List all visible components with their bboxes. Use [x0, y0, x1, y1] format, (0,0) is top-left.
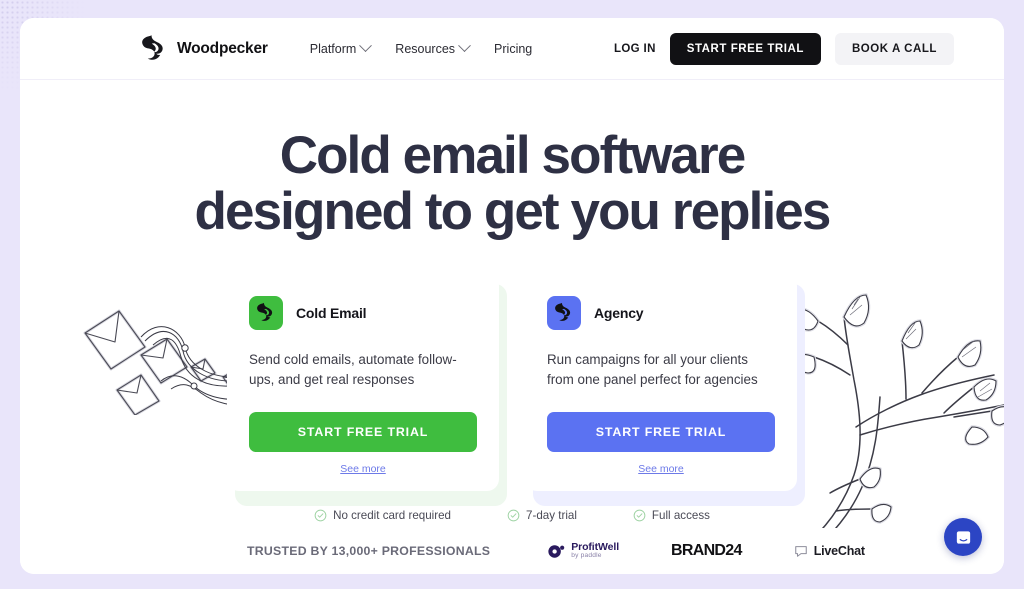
- card-header: Cold Email: [249, 296, 477, 331]
- chevron-down-icon: [359, 39, 373, 53]
- card-title-agency: Agency: [594, 305, 644, 322]
- card-cold-email: Cold Email Send cold emails, automate fo…: [227, 274, 507, 507]
- livechat-bubble-icon: [794, 546, 807, 557]
- woodpecker-green-icon: [249, 296, 283, 331]
- client-logos: ProfitWell by paddle BRAND24 LiveChat: [548, 542, 865, 560]
- trusted-by-label: TRUSTED BY 13,000+ PROFESSIONALS: [247, 544, 491, 558]
- profitwell-mark-icon: [548, 544, 565, 558]
- site-header: Woodpecker Platform Resources Pricing LO…: [20, 18, 1004, 80]
- logo-profitwell: ProfitWell by paddle: [548, 542, 619, 560]
- card-header: Agency: [547, 296, 775, 331]
- header-start-free-trial-button[interactable]: START FREE TRIAL: [669, 32, 821, 65]
- page-title: Cold email software designed to get you …: [20, 80, 1004, 240]
- nav-label-platform: Platform: [309, 41, 357, 56]
- check-circle-icon: [507, 509, 520, 522]
- intercom-chat-button[interactable]: [944, 518, 982, 556]
- page-container: Woodpecker Platform Resources Pricing LO…: [20, 18, 1004, 574]
- nav-item-platform[interactable]: Platform: [309, 39, 373, 56]
- trusted-by-bar: TRUSTED BY 13,000+ PROFESSIONALS ProfitW…: [20, 528, 1004, 574]
- main-navigation: Platform Resources Pricing: [309, 39, 532, 56]
- card-agency: Agency Run campaigns for all your client…: [525, 274, 805, 507]
- nav-label-resources: Resources: [395, 41, 456, 56]
- login-link[interactable]: LOG IN: [614, 43, 656, 55]
- card-description-cold-email: Send cold emails, automate follow-ups, a…: [249, 352, 457, 388]
- offer-cards: Cold Email Send cold emails, automate fo…: [20, 274, 1004, 507]
- benefit-7-day-trial: 7-day trial: [507, 509, 577, 522]
- profitwell-subtitle: by paddle: [571, 552, 602, 560]
- hero-section: Cold email software designed to get you …: [20, 80, 1004, 574]
- benefits-row: No credit card required 7-day trial Full…: [20, 509, 1004, 522]
- logo-brand24: BRAND24: [671, 542, 742, 559]
- see-more-link-cold-email[interactable]: See more: [249, 463, 477, 475]
- headline-line-2: designed to get you replies: [194, 182, 832, 242]
- chevron-down-icon: [458, 39, 471, 53]
- card-body-agency: Agency Run campaigns for all your client…: [525, 274, 797, 492]
- benefit-full-access: Full access: [633, 509, 710, 522]
- nav-label-pricing: Pricing: [494, 41, 533, 56]
- card-description-agency: Run campaigns for all your clients from …: [547, 352, 758, 388]
- brand-logo[interactable]: Woodpecker: [142, 34, 268, 64]
- profitwell-text: ProfitWell by paddle: [571, 542, 619, 560]
- card-cta-agency[interactable]: START FREE TRIAL: [547, 412, 775, 453]
- logo-livechat: LiveChat: [794, 544, 865, 558]
- brand-name: Woodpecker: [177, 39, 268, 57]
- woodpecker-blue-icon: [547, 296, 581, 331]
- intercom-chat-icon: [956, 530, 970, 544]
- benefit-label: 7-day trial: [526, 509, 577, 523]
- benefit-label: No credit card required: [333, 509, 452, 523]
- benefit-no-credit-card: No credit card required: [314, 509, 451, 522]
- headline-line-1: Cold email software: [279, 126, 746, 185]
- woodpecker-logo-icon: [142, 34, 163, 60]
- card-cta-cold-email[interactable]: START FREE TRIAL: [249, 412, 477, 453]
- nav-item-resources[interactable]: Resources: [395, 39, 471, 56]
- header-book-a-call-button[interactable]: BOOK A CALL: [834, 32, 954, 65]
- livechat-name: LiveChat: [813, 544, 865, 558]
- card-body-cold-email: Cold Email Send cold emails, automate fo…: [227, 274, 499, 492]
- header-actions: LOG IN START FREE TRIAL BOOK A CALL: [614, 32, 954, 65]
- card-title-cold-email: Cold Email: [296, 305, 367, 322]
- check-circle-icon: [633, 509, 646, 522]
- nav-item-pricing[interactable]: Pricing: [494, 42, 532, 56]
- check-circle-icon: [314, 509, 327, 522]
- benefit-label: Full access: [651, 509, 710, 523]
- see-more-link-agency[interactable]: See more: [547, 463, 775, 475]
